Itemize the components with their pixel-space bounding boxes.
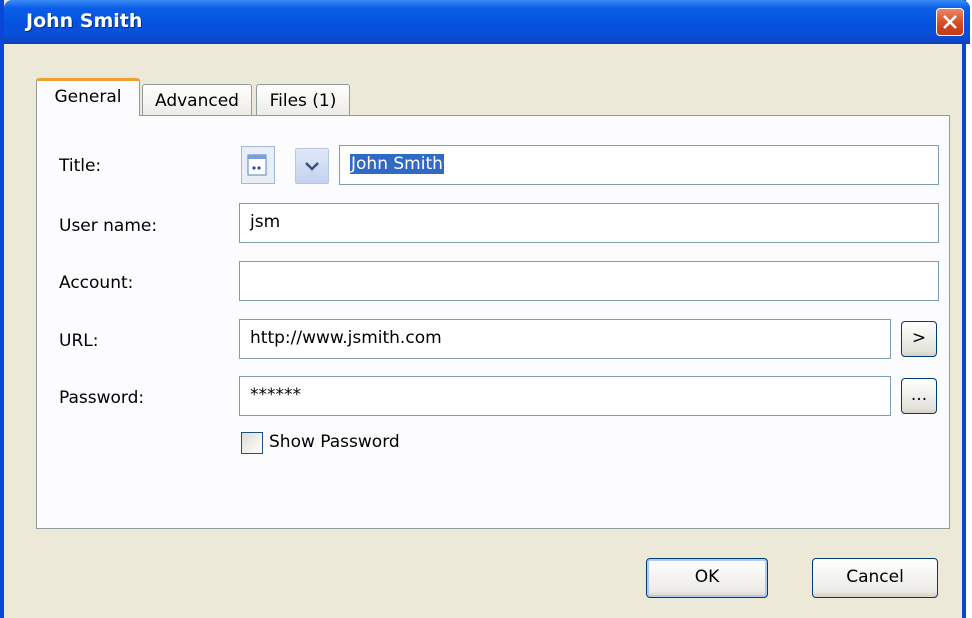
password-input[interactable]: ******: [239, 376, 891, 416]
cancel-button[interactable]: Cancel: [812, 558, 938, 598]
icon-dropdown-button[interactable]: [295, 148, 329, 184]
username-input-value: jsm: [250, 212, 281, 232]
dialog-window: John Smith General Advanced Files (1) Ti…: [0, 0, 970, 618]
username-label: User name:: [59, 216, 158, 236]
password-label: Password:: [59, 388, 145, 408]
show-password-label[interactable]: Show Password: [269, 432, 400, 452]
username-input[interactable]: jsm: [239, 203, 939, 243]
general-panel: Title: John Smith User name: jsm Account…: [36, 115, 950, 529]
open-url-button[interactable]: >: [901, 321, 937, 357]
entry-icon-button[interactable]: [241, 146, 275, 184]
url-input-value: http://www.jsmith.com: [250, 328, 442, 348]
chevron-down-icon: [305, 162, 319, 171]
title-input[interactable]: John Smith: [339, 145, 939, 185]
tab-general-label: General: [54, 87, 122, 107]
account-input[interactable]: [239, 261, 939, 301]
cancel-button-label: Cancel: [846, 567, 904, 587]
title-input-value: John Smith: [350, 154, 444, 174]
open-url-button-label: >: [911, 328, 927, 348]
generate-password-button[interactable]: ...: [901, 378, 937, 414]
tab-files-label: Files (1): [269, 91, 337, 111]
tab-advanced[interactable]: Advanced: [142, 84, 252, 116]
close-icon: [943, 15, 957, 29]
tab-advanced-label: Advanced: [155, 91, 239, 111]
title-label: Title:: [59, 156, 102, 176]
tab-files[interactable]: Files (1): [256, 84, 350, 116]
ok-button[interactable]: OK: [646, 558, 768, 598]
ok-button-label: OK: [694, 567, 720, 587]
key-card-icon: [247, 154, 267, 176]
show-password-checkbox[interactable]: [241, 432, 263, 454]
title-bar[interactable]: John Smith: [4, 0, 970, 44]
password-input-value: ******: [250, 385, 301, 405]
tab-general[interactable]: General: [36, 78, 140, 116]
url-label: URL:: [59, 331, 99, 351]
account-label: Account:: [59, 273, 134, 293]
close-button[interactable]: [936, 8, 964, 36]
window-title: John Smith: [26, 10, 143, 32]
url-input[interactable]: http://www.jsmith.com: [239, 319, 891, 359]
generate-password-button-label: ...: [910, 385, 928, 405]
